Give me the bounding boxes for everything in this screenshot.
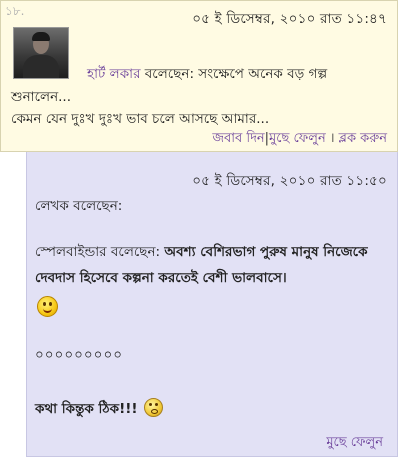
comment-date: ০৫ ই ডিসেম্বর, ২০১০ রাত ১১:৪৭ xyxy=(192,11,387,27)
avatar[interactable] xyxy=(13,27,69,79)
reply-bold-label: কথা কিন্তুক ঠিক!!! xyxy=(35,401,138,417)
block-link[interactable]: ব্লক করুন xyxy=(339,131,387,146)
reply-quote: স্পেলবাইন্ডার বলেছেন: অবশ্য বেশিরভাগ পুর… xyxy=(35,239,395,291)
comment-text: বলেছেন: সংক্ষেপে অনেক বড় গল্প xyxy=(140,66,328,82)
comment-text-line: শুনালেন... xyxy=(11,89,72,105)
quote-said: বলেছেন: xyxy=(106,244,165,260)
dots-text: ০০০০০০০০০ xyxy=(35,347,123,363)
reply-link[interactable]: জবাব দিন xyxy=(212,131,264,146)
comment-header: হার্ট লকার বলেছেন: সংক্ষেপে অনেক বড় গল্… xyxy=(87,63,327,86)
reply-bold-text: কথা কিন্তুক ঠিক!!! xyxy=(35,398,163,421)
reply-card: ০৫ ই ডিসেম্বর, ২০১০ রাত ১১:৫০ লেখক বলেছে… xyxy=(26,152,398,457)
reply-date: ০৫ ই ডিসেম্বর, ২০১০ রাত ১১:৫০ xyxy=(192,173,387,189)
delete-link[interactable]: মুছে ফেলুন xyxy=(269,131,326,146)
writer-said: লেখক বলেছেন: xyxy=(35,198,123,214)
comment-author-link[interactable]: হার্ট লকার xyxy=(87,66,141,82)
comment-actions: জবাব দিন|মুছে ফেলুন । ব্লক করুন xyxy=(212,129,387,150)
delete-link[interactable]: মুছে ফেলুন xyxy=(326,433,383,454)
comment-card: ১৮. ০৫ ই ডিসেম্বর, ২০১০ রাত ১১:৪৭ হার্ট … xyxy=(0,0,398,152)
smile-emoticon-icon xyxy=(37,296,58,317)
sweat-emoticon-icon xyxy=(143,398,163,417)
comment-text-line: কেমন যেন দুঃখ দুঃখ ভাব চলে আসছে আমার... xyxy=(11,111,270,127)
comment-number: ১৮. xyxy=(5,4,25,18)
separator: । xyxy=(329,131,335,146)
quote-author: স্পেলবাইন্ডার xyxy=(35,244,107,260)
